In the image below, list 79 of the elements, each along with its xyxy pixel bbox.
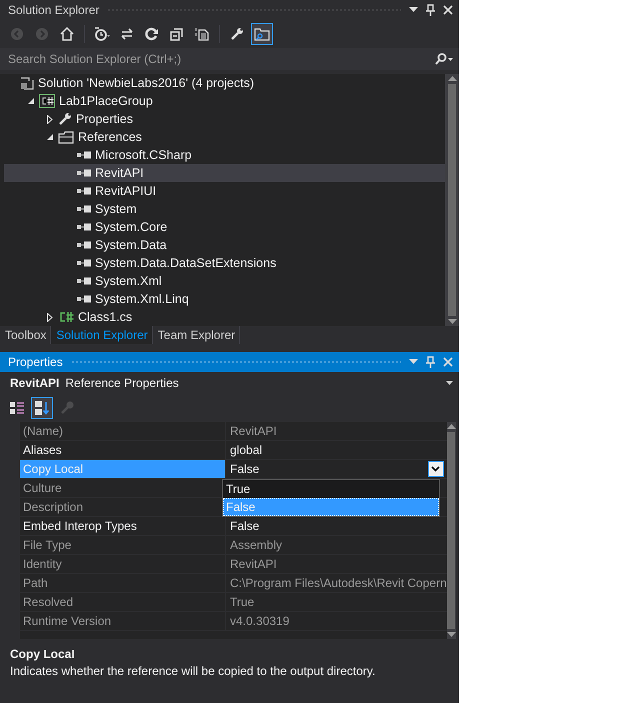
- reference-icon: [77, 277, 91, 285]
- chevron-down-icon: [431, 466, 440, 472]
- wrench-icon: [58, 112, 72, 126]
- folder-icon: [58, 130, 74, 144]
- reference-icon: [77, 223, 91, 231]
- object-selector[interactable]: RevitAPI Reference Properties: [0, 372, 459, 394]
- scroll-up-icon[interactable]: [446, 424, 456, 429]
- files-icon: [195, 27, 209, 41]
- reference-icon: [77, 151, 91, 159]
- reference-icon: [77, 169, 91, 177]
- collapsed-arrow-icon[interactable]: [47, 312, 53, 322]
- clock-icon: [93, 26, 111, 42]
- dropdown-arrow-icon[interactable]: [446, 381, 453, 385]
- folder-search-icon: [254, 26, 270, 42]
- sort-alphabetical-button[interactable]: [31, 397, 53, 419]
- scroll-down-icon[interactable]: [446, 632, 456, 637]
- property-name[interactable]: Runtime Version: [20, 612, 225, 630]
- dropdown-option[interactable]: True: [223, 480, 439, 498]
- tree-item[interactable]: Microsoft.CSharp: [4, 146, 445, 164]
- scrollbar[interactable]: [445, 74, 459, 326]
- home-icon: [59, 26, 75, 42]
- property-name[interactable]: Identity: [20, 555, 225, 573]
- folder-search-button[interactable]: [251, 23, 273, 45]
- sort-alphabetical-icon: [34, 400, 50, 416]
- tree-item[interactable]: Class1.cs: [4, 308, 445, 326]
- dropdown-icon[interactable]: [409, 7, 418, 13]
- expanded-arrow-icon[interactable]: [27, 97, 35, 105]
- reference-icon: [77, 205, 91, 213]
- description-title: Copy Local: [10, 647, 76, 661]
- tree-item[interactable]: RevitAPI: [4, 164, 445, 182]
- forward-icon: [35, 27, 49, 41]
- csharp-project-icon: [39, 94, 55, 108]
- tree-item[interactable]: System.Core: [4, 218, 445, 236]
- property-name[interactable]: Culture: [20, 479, 225, 497]
- dropdown-button[interactable]: [428, 461, 444, 477]
- property-name[interactable]: (Name): [20, 422, 225, 440]
- tree-item[interactable]: Lab1PlaceGroup: [4, 92, 445, 110]
- wrench-icon: [59, 400, 75, 416]
- reference-icon: [77, 295, 91, 303]
- property-name[interactable]: Path: [20, 574, 225, 592]
- expanded-arrow-icon[interactable]: [46, 133, 54, 141]
- reference-icon: [77, 259, 91, 267]
- tree-item[interactable]: Properties: [4, 110, 445, 128]
- tree-item[interactable]: System.Data: [4, 236, 445, 254]
- search-field[interactable]: Search Solution Explorer (Ctrl+;): [0, 48, 459, 70]
- scrollbar[interactable]: [446, 422, 456, 639]
- refresh-icon: [145, 27, 159, 41]
- tree-item[interactable]: System.Data.DataSetExtensions: [4, 254, 445, 272]
- search-icon[interactable]: [435, 53, 453, 65]
- description-text: Indicates whether the reference will be copied to the output directory.: [10, 664, 376, 678]
- property-name[interactable]: Description: [20, 498, 225, 516]
- panel-title: Properties: [8, 355, 63, 369]
- tree-item[interactable]: System.Xml.Linq: [4, 290, 445, 308]
- tree-item[interactable]: References: [4, 128, 445, 146]
- csharp-file-icon: [58, 311, 74, 323]
- scroll-up-icon[interactable]: [448, 76, 456, 81]
- back-icon: [10, 27, 24, 41]
- property-name[interactable]: File Type: [20, 536, 225, 554]
- pin-icon[interactable]: [426, 4, 435, 16]
- panel-title: Solution Explorer: [8, 3, 100, 17]
- property-value[interactable]: False: [225, 460, 447, 478]
- collapsed-arrow-icon[interactable]: [47, 114, 53, 124]
- scroll-down-icon[interactable]: [448, 319, 456, 324]
- tree-item[interactable]: RevitAPIUI: [4, 182, 445, 200]
- sync-arrows-icon: [120, 27, 134, 41]
- close-icon[interactable]: [443, 5, 453, 15]
- reference-icon: [77, 241, 91, 249]
- tree-item[interactable]: Solution 'NewbieLabs2016' (4 projects): [4, 74, 445, 92]
- solution-icon: [20, 76, 34, 90]
- tree-item[interactable]: System.Xml: [4, 272, 445, 290]
- categorized-icon: [9, 400, 25, 416]
- panel-tab[interactable]: Solution Explorer: [51, 326, 153, 344]
- reference-icon: [77, 187, 91, 195]
- tree-item[interactable]: System: [4, 200, 445, 218]
- wrench-icon: [230, 27, 244, 41]
- property-name[interactable]: Aliases: [20, 441, 225, 459]
- property-name[interactable]: Embed Interop Types: [20, 517, 225, 535]
- collapse-all-icon: [170, 27, 184, 41]
- property-name[interactable]: Resolved: [20, 593, 225, 611]
